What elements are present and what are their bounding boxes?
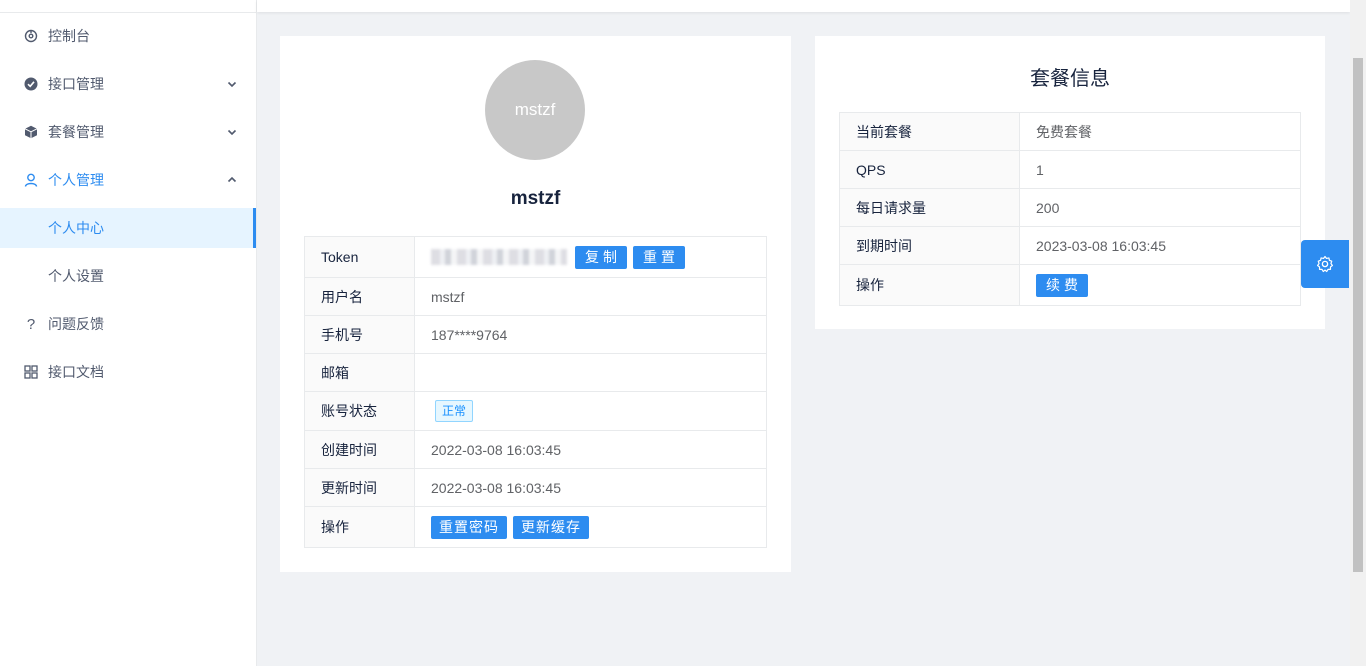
sidebar-item-label: 套餐管理 (48, 124, 104, 140)
api-check-icon (24, 77, 38, 91)
daily-requests-label: 每日请求量 (839, 188, 1020, 227)
table-row: 到期时间 2023-03-08 16:03:45 (839, 226, 1301, 265)
user-icon (24, 173, 38, 187)
question-icon: ? (26, 315, 36, 333)
token-label: Token (304, 236, 415, 278)
table-row: 邮箱 (304, 353, 767, 392)
sidebar-item-personal-management[interactable]: 个人管理 (0, 160, 256, 200)
grid-icon (24, 365, 38, 379)
sidebar-item-label: 个人管理 (48, 172, 104, 188)
sidebar-item-label: 个人设置 (48, 268, 104, 284)
email-label: 邮箱 (304, 353, 415, 392)
qps-value: 1 (1019, 150, 1301, 189)
username-label: 用户名 (304, 277, 415, 316)
profile-card: mstzf mstzf Token 复制 重置 用户名 mstzf 手机号 187… (280, 36, 791, 572)
sidebar-item-dashboard[interactable]: 控制台 (0, 16, 256, 56)
avatar: mstzf (485, 60, 585, 160)
sidebar-item-feedback[interactable]: ? 问题反馈 (0, 304, 256, 344)
created-time-label: 创建时间 (304, 430, 415, 469)
token-value-masked (431, 249, 567, 265)
table-row: 每日请求量 200 (839, 188, 1301, 227)
chevron-down-icon (227, 81, 237, 88)
chevron-up-icon (227, 176, 237, 183)
settings-gear-icon (1316, 255, 1334, 273)
table-row: 更新时间 2022-03-08 16:03:45 (304, 468, 767, 507)
expire-time-label: 到期时间 (839, 226, 1020, 265)
package-cube-icon (24, 125, 38, 139)
top-header (257, 0, 1350, 12)
updated-time-value: 2022-03-08 16:03:45 (414, 468, 767, 507)
sidebar: 控制台 接口管理 套餐管理 个人管理 个人中心 个人设置 ? 问题反馈 接口文档 (0, 0, 257, 666)
sidebar-item-personal-center[interactable]: 个人中心 (0, 208, 256, 248)
current-package-label: 当前套餐 (839, 112, 1020, 151)
table-row: 用户名 mstzf (304, 277, 767, 316)
table-row: 操作 续费 (839, 264, 1301, 306)
updated-time-label: 更新时间 (304, 468, 415, 507)
table-row: 账号状态 正常 (304, 391, 767, 431)
status-badge: 正常 (435, 400, 474, 422)
daily-requests-value: 200 (1019, 188, 1301, 227)
qps-label: QPS (839, 150, 1020, 189)
package-info-table: 当前套餐 免费套餐 QPS 1 每日请求量 200 到期时间 2023-03-0… (839, 112, 1301, 306)
table-row: Token 复制 重置 (304, 236, 767, 278)
package-card: 套餐信息 当前套餐 免费套餐 QPS 1 每日请求量 200 到期时间 2023… (815, 36, 1325, 329)
table-row: 创建时间 2022-03-08 16:03:45 (304, 430, 767, 469)
scrollbar-thumb[interactable] (1353, 58, 1363, 572)
created-time-value: 2022-03-08 16:03:45 (414, 430, 767, 469)
sidebar-item-label: 接口管理 (48, 76, 104, 92)
copy-token-button[interactable]: 复制 (575, 245, 627, 269)
package-title: 套餐信息 (1030, 68, 1110, 90)
settings-float-button[interactable] (1301, 240, 1349, 288)
profile-username: mstzf (510, 188, 561, 209)
username-value: mstzf (414, 277, 767, 316)
sidebar-item-api-management[interactable]: 接口管理 (0, 64, 256, 104)
sidebar-divider (0, 12, 256, 13)
reset-token-button[interactable]: 重置 (633, 245, 685, 269)
page-scrollbar[interactable] (1350, 0, 1366, 666)
phone-value: 187****9764 (414, 315, 767, 354)
table-row: 当前套餐 免费套餐 (839, 112, 1301, 151)
dashboard-icon (24, 29, 38, 43)
action-label: 操作 (304, 506, 415, 548)
sidebar-item-label: 个人中心 (48, 220, 104, 236)
expire-time-value: 2023-03-08 16:03:45 (1019, 226, 1301, 265)
sidebar-item-label: 问题反馈 (48, 316, 104, 332)
table-row: 操作 重置密码 更新缓存 (304, 506, 767, 548)
phone-label: 手机号 (304, 315, 415, 354)
package-action-label: 操作 (839, 264, 1020, 306)
chevron-down-icon (227, 129, 237, 136)
table-row: 手机号 187****9764 (304, 315, 767, 354)
sidebar-item-label: 接口文档 (48, 364, 104, 380)
reset-password-button[interactable]: 重置密码 (431, 515, 507, 539)
sidebar-item-personal-settings[interactable]: 个人设置 (0, 256, 256, 296)
current-package-value: 免费套餐 (1019, 112, 1301, 151)
sidebar-item-api-docs[interactable]: 接口文档 (0, 352, 256, 392)
profile-info-table: Token 复制 重置 用户名 mstzf 手机号 187****9764 邮箱 … (304, 236, 767, 548)
refresh-cache-button[interactable]: 更新缓存 (513, 515, 589, 539)
sidebar-item-package-management[interactable]: 套餐管理 (0, 112, 256, 152)
sidebar-item-label: 控制台 (48, 28, 90, 44)
account-status-label: 账号状态 (304, 391, 415, 431)
email-value (414, 353, 767, 392)
renew-button[interactable]: 续费 (1036, 273, 1088, 297)
table-row: QPS 1 (839, 150, 1301, 189)
